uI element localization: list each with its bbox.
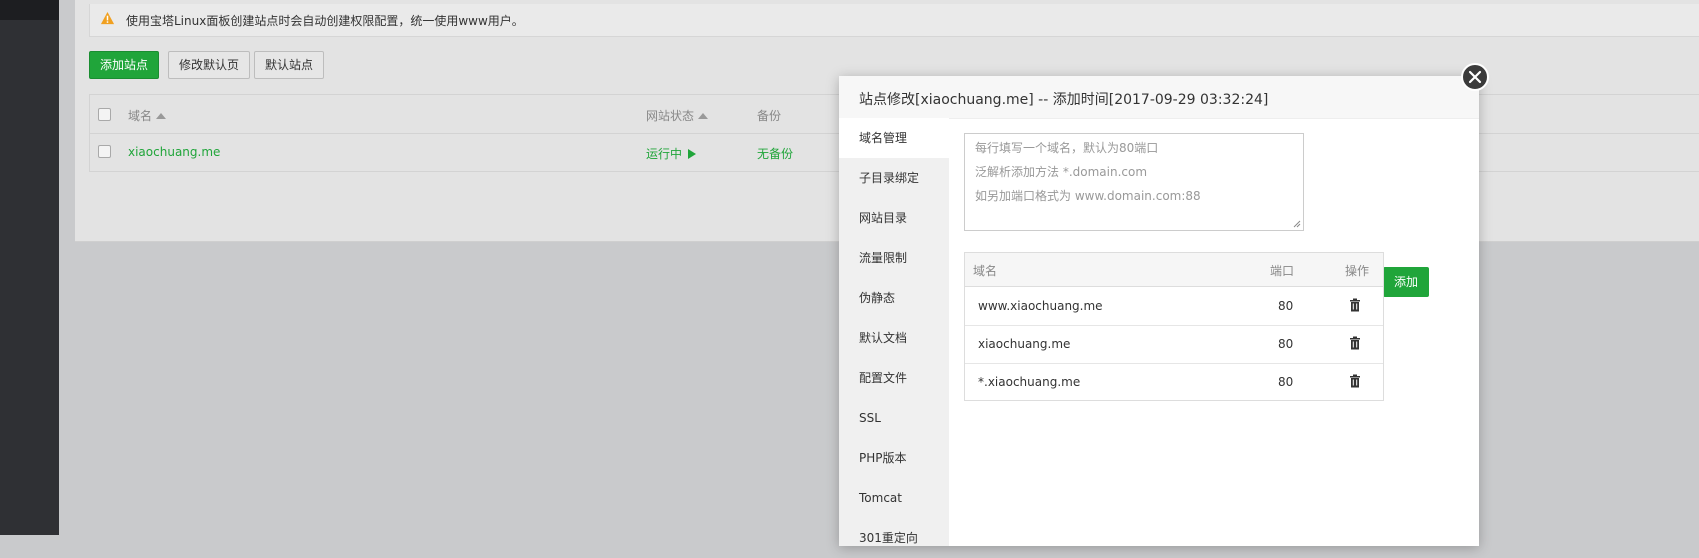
close-button[interactable] xyxy=(1461,63,1489,91)
modal-title: 站点修改[xiaochuang.me] -- 添加时间[2017-09-29 0… xyxy=(859,92,1269,108)
port-cell: 80 xyxy=(1278,375,1294,389)
close-icon xyxy=(1468,70,1482,84)
resize-grip-icon[interactable] xyxy=(1293,220,1301,228)
trash-icon[interactable] xyxy=(1349,374,1361,388)
tab-site-directory[interactable]: 网站目录 xyxy=(839,198,949,238)
domain-cell: www.xiaochuang.me xyxy=(978,299,1103,313)
port-cell: 80 xyxy=(1278,299,1294,313)
domain-cell: *.xiaochuang.me xyxy=(978,375,1081,389)
edit-default-page-button[interactable]: 修改默认页 xyxy=(168,51,251,79)
header-backup: 备份 xyxy=(757,109,782,123)
tab-tomcat[interactable]: Tomcat xyxy=(839,478,949,518)
sort-asc-icon xyxy=(698,113,709,119)
port-cell: 80 xyxy=(1278,337,1294,351)
play-icon xyxy=(688,149,697,159)
site-domain-link[interactable]: xiaochuang.me xyxy=(128,145,220,159)
domain-cell: xiaochuang.me xyxy=(978,337,1071,351)
tab-subdirectory-binding[interactable]: 子目录绑定 xyxy=(839,158,949,198)
trash-icon[interactable] xyxy=(1349,298,1361,312)
textarea-hint-line: 泛解析添加方法 *.domain.com xyxy=(975,165,1148,179)
notice-text: 使用宝塔Linux面板创建站点时会自动创建权限配置，统一使用www用户。 xyxy=(126,14,524,28)
domain-table: 域名 端口 操作 www.xiaochuang.me 80 xiaochuang… xyxy=(964,252,1384,401)
default-site-button[interactable]: 默认站点 xyxy=(254,51,325,79)
site-edit-modal: 站点修改[xiaochuang.me] -- 添加时间[2017-09-29 0… xyxy=(839,76,1479,546)
warning-icon xyxy=(100,11,115,25)
tab-default-document[interactable]: 默认文档 xyxy=(839,318,949,358)
textarea-hint-line: 如另加端口格式为 www.domain.com:88 xyxy=(975,189,1201,203)
add-domain-button[interactable]: 添加 xyxy=(1383,267,1429,297)
tab-config-file[interactable]: 配置文件 xyxy=(839,358,949,398)
header-domain: 域名 xyxy=(973,264,998,278)
header-action: 操作 xyxy=(1345,264,1370,278)
select-all-checkbox[interactable] xyxy=(98,108,111,121)
textarea-hint-line: 每行填写一个域名，默认为80端口 xyxy=(975,141,1159,155)
site-status[interactable]: 运行中 xyxy=(646,145,697,162)
tab-rewrite[interactable]: 伪静态 xyxy=(839,278,949,318)
modal-tab-list: 域名管理 子目录绑定 网站目录 流量限制 伪静态 默认文档 配置文件 SSL P… xyxy=(839,118,949,546)
table-row: *.xiaochuang.me 80 xyxy=(965,363,1383,401)
notice-bar: 使用宝塔Linux面板创建站点时会自动创建权限配置，统一使用www用户。 xyxy=(89,4,1699,37)
table-row: xiaochuang.me 80 xyxy=(965,325,1383,364)
domain-table-header: 域名 端口 操作 xyxy=(965,253,1383,287)
sort-asc-icon xyxy=(156,113,167,119)
tab-ssl[interactable]: SSL xyxy=(839,398,949,438)
header-status[interactable]: 网站状态 xyxy=(646,107,709,124)
modal-title-bar[interactable]: 站点修改[xiaochuang.me] -- 添加时间[2017-09-29 0… xyxy=(839,76,1479,119)
header-domain[interactable]: 域名 xyxy=(128,107,167,124)
table-row: www.xiaochuang.me 80 xyxy=(965,287,1383,326)
tab-php-version[interactable]: PHP版本 xyxy=(839,438,949,478)
trash-icon[interactable] xyxy=(1349,336,1361,350)
row-checkbox[interactable] xyxy=(98,145,111,158)
tab-301-redirect[interactable]: 301重定向 xyxy=(839,518,949,558)
domain-input[interactable]: 每行填写一个域名，默认为80端口 泛解析添加方法 *.domain.com 如另… xyxy=(964,133,1304,231)
sidebar-active-item[interactable] xyxy=(0,0,59,20)
site-backup[interactable]: 无备份 xyxy=(757,145,793,162)
add-site-button[interactable]: 添加站点 xyxy=(89,51,160,79)
header-port: 端口 xyxy=(1270,264,1295,278)
left-sidebar xyxy=(0,0,59,535)
tab-domain-management[interactable]: 域名管理 xyxy=(839,118,949,158)
tab-traffic-limit[interactable]: 流量限制 xyxy=(839,238,949,278)
